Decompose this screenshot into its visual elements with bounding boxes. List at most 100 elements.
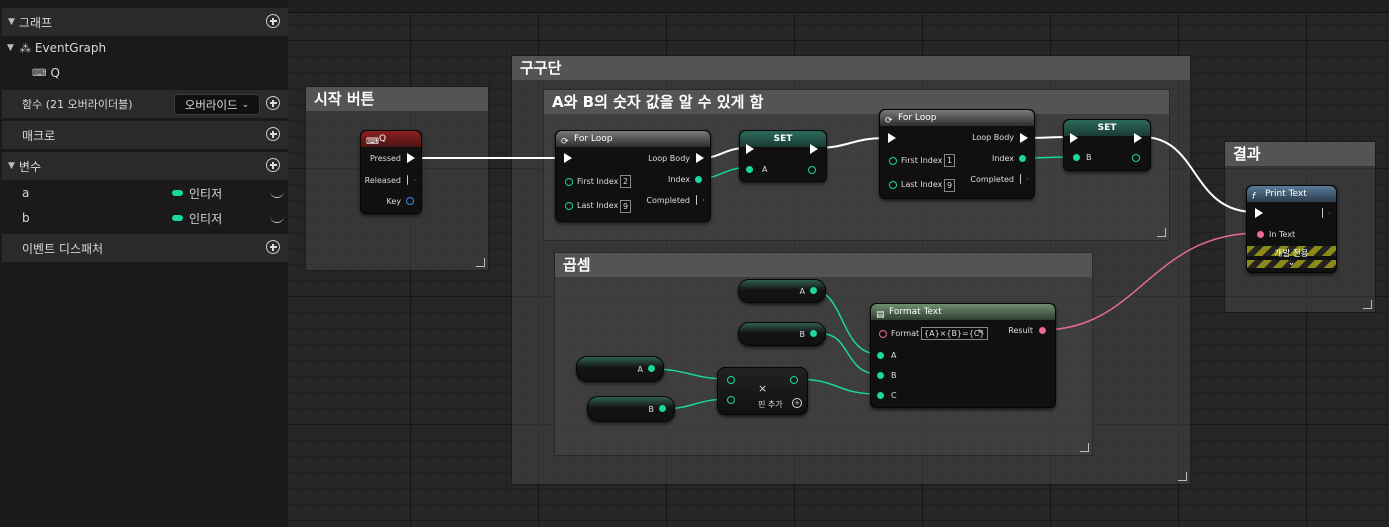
b-in-pin[interactable] xyxy=(1073,154,1080,161)
in-text-pin[interactable] xyxy=(1257,231,1264,238)
exec-wire[interactable] xyxy=(1141,136,1256,213)
plus-icon[interactable]: + xyxy=(792,398,802,408)
exec-out-pin[interactable] xyxy=(1134,133,1142,143)
last-index-pin[interactable] xyxy=(565,202,573,210)
first-index-pin[interactable] xyxy=(565,178,573,186)
node-header: f Print Text xyxy=(1247,186,1336,202)
var-label: B xyxy=(648,405,655,414)
index-out-pin[interactable] xyxy=(1019,155,1026,162)
c-in-pin[interactable] xyxy=(877,392,884,399)
pin-label: Loop Body xyxy=(648,154,690,163)
pin-label: Key xyxy=(386,197,401,206)
function-icon: ▤ xyxy=(876,310,885,320)
flag-icon[interactable]: ⚑ xyxy=(977,328,984,337)
get-a-node[interactable]: A xyxy=(738,279,826,303)
pin-label: Last Index xyxy=(901,180,943,189)
multiply-node[interactable]: × 핀 추가 + xyxy=(717,367,808,415)
last-index-input[interactable]: 9 xyxy=(944,179,956,192)
pin-label: Loop Body xyxy=(972,133,1014,142)
node-title: Format Text xyxy=(889,307,942,317)
node-title: Print Text xyxy=(1265,189,1307,199)
b-in-pin[interactable] xyxy=(877,372,884,379)
completed-exec-pin[interactable] xyxy=(696,195,704,205)
loop-body-exec-pin[interactable] xyxy=(1020,133,1028,143)
pin-label: A xyxy=(891,351,897,360)
index-out-pin[interactable] xyxy=(695,176,702,183)
node-title: For Loop xyxy=(898,113,937,123)
wire-layer xyxy=(413,136,1260,410)
first-index-input[interactable]: 2 xyxy=(620,175,632,188)
b-out-pin[interactable] xyxy=(1132,154,1140,162)
node-header: ⌨ Q xyxy=(361,131,421,147)
exec-in-pin[interactable] xyxy=(888,133,896,143)
pin-label: Last Index xyxy=(577,201,619,210)
var-label: A xyxy=(799,287,805,296)
exec-out-pin[interactable] xyxy=(810,144,818,154)
loop-body-exec-pin[interactable] xyxy=(696,153,704,163)
for-loop-node-2[interactable]: ⟳ For Loop First Index 1 Last Index 9 Loo… xyxy=(879,109,1035,199)
pin-label: Completed xyxy=(646,196,690,205)
pin-label: C xyxy=(891,391,897,400)
add-pin-button[interactable]: 핀 추가 xyxy=(758,399,783,410)
last-index-pin[interactable] xyxy=(889,181,897,189)
exec-in-pin[interactable] xyxy=(1070,133,1078,143)
pin-label: Index xyxy=(667,175,690,184)
loop-icon: ⟳ xyxy=(561,137,569,147)
for-loop-node-1[interactable]: ⟳ For Loop First Index 2 Last Index 9 Loo… xyxy=(555,130,711,222)
multiply-out-pin[interactable] xyxy=(790,376,798,384)
released-exec-pin[interactable] xyxy=(407,175,415,185)
print-text-node[interactable]: f Print Text In Text 개발 전용 ⌄ xyxy=(1246,185,1337,273)
last-index-input[interactable]: 9 xyxy=(620,200,632,213)
pin-label: Pressed xyxy=(369,154,401,163)
keyboard-icon: ⌨ xyxy=(366,137,379,147)
loop-icon: ⟳ xyxy=(885,116,893,126)
node-title: Q xyxy=(379,134,387,144)
key-struct-pin[interactable] xyxy=(406,197,414,205)
exec-in-pin[interactable] xyxy=(1255,208,1263,218)
function-icon: f xyxy=(1252,192,1256,202)
node-title: For Loop xyxy=(574,134,613,144)
format-in-pin[interactable] xyxy=(879,330,887,338)
pin-label: B xyxy=(1086,153,1092,162)
b-out-pin[interactable] xyxy=(659,405,666,412)
pin-label: First Index xyxy=(901,156,943,165)
multiply-in-pin-b[interactable] xyxy=(727,396,735,404)
pin-label: Format xyxy=(891,329,920,338)
a-out-pin[interactable] xyxy=(648,365,655,372)
text-wire[interactable] xyxy=(1041,232,1260,331)
a-out-pin[interactable] xyxy=(810,287,817,294)
node-header: ▤ Format Text xyxy=(871,304,1055,320)
pin-label: In Text xyxy=(1269,230,1296,239)
set-b-node[interactable]: SET B xyxy=(1063,119,1151,171)
var-label: B xyxy=(799,330,806,339)
pin-label: Result xyxy=(1008,326,1033,335)
get-a-node[interactable]: A xyxy=(576,356,664,382)
key-event-node-q[interactable]: ⌨ Q Pressed Released Key xyxy=(360,130,422,214)
pin-label: Completed xyxy=(970,175,1014,184)
var-label: A xyxy=(637,365,643,374)
get-b-node[interactable]: B xyxy=(738,322,826,346)
pin-label: Index xyxy=(991,154,1014,163)
first-index-pin[interactable] xyxy=(889,157,897,165)
exec-out-pin[interactable] xyxy=(1322,208,1330,218)
pin-label: A xyxy=(762,165,768,174)
exec-in-pin[interactable] xyxy=(564,153,572,163)
set-a-node[interactable]: SET A xyxy=(739,130,827,182)
pressed-exec-pin[interactable] xyxy=(407,153,415,163)
node-header: ⟳ For Loop xyxy=(556,131,710,147)
exec-in-pin[interactable] xyxy=(746,144,754,154)
get-b-node[interactable]: B xyxy=(587,396,675,422)
completed-exec-pin[interactable] xyxy=(1020,174,1028,184)
a-out-pin[interactable] xyxy=(808,166,816,174)
chevron-down-icon[interactable]: ⌄ xyxy=(1247,258,1336,268)
format-text-node[interactable]: ▤ Format Text Format {A}×{B}={C} ⚑ Result… xyxy=(870,303,1056,408)
multiply-in-pin-a[interactable] xyxy=(727,376,735,384)
pin-label: B xyxy=(891,371,897,380)
a-in-pin[interactable] xyxy=(746,166,753,173)
node-header: ⟳ For Loop xyxy=(880,110,1034,126)
a-in-pin[interactable] xyxy=(877,352,884,359)
result-out-pin[interactable] xyxy=(1039,327,1046,334)
b-out-pin[interactable] xyxy=(810,330,817,337)
pin-label: First Index xyxy=(577,177,619,186)
first-index-input[interactable]: 1 xyxy=(944,154,956,167)
